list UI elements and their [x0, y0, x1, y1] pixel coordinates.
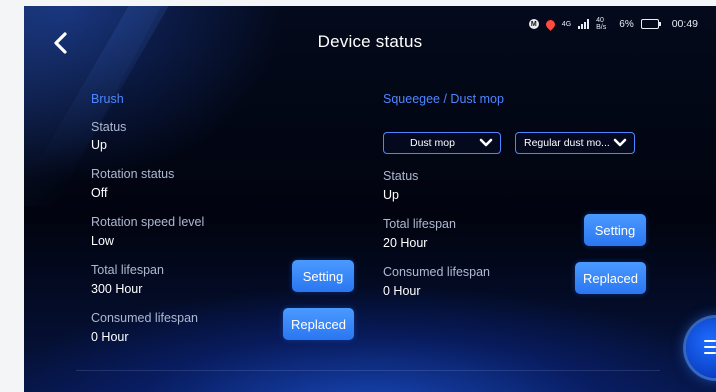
brush-status-value: Up: [91, 138, 107, 152]
clock: 00:49: [671, 18, 698, 30]
menu-button[interactable]: [686, 318, 716, 378]
squeegee-type-select[interactable]: Dust mop: [383, 132, 501, 154]
rotation-status-value: Off: [91, 186, 108, 200]
status-bar: M 4G 40 B/s 6% 00:49: [528, 16, 698, 32]
brush-status-label: Status: [91, 120, 127, 134]
rotation-speed-label: Rotation speed level: [91, 215, 205, 229]
rotation-status-label: Rotation status: [91, 167, 175, 181]
divider: [76, 370, 660, 371]
chevron-down-icon: [479, 138, 493, 147]
brush-section-title: Brush: [91, 92, 124, 106]
squeegee-replaced-button[interactable]: Replaced: [575, 262, 646, 294]
speed-value: 40: [596, 17, 604, 24]
squeegee-section-title: Squeegee / Dust mop: [383, 92, 504, 106]
battery-percent: 6%: [619, 18, 634, 30]
menu-icon: [704, 340, 716, 358]
brush-setting-button[interactable]: Setting: [292, 260, 354, 292]
brush-replaced-button[interactable]: Replaced: [283, 308, 354, 340]
speed-unit: B/s: [596, 24, 607, 31]
location-icon: [543, 17, 557, 31]
brush-consumed-lifespan-value: 0 Hour: [91, 330, 129, 344]
page-title: Device status: [317, 32, 423, 51]
signal-icon: [578, 19, 590, 29]
squeegee-consumed-lifespan-value: 0 Hour: [383, 284, 421, 298]
squeegee-type-value: Dust mop: [410, 137, 455, 149]
brush-total-lifespan-label: Total lifespan: [91, 263, 164, 277]
dust-mop-mode-select[interactable]: Regular dust mo...: [515, 132, 635, 154]
rotation-speed-value: Low: [91, 234, 114, 248]
squeegee-status-label: Status: [383, 169, 419, 183]
squeegee-total-lifespan-label: Total lifespan: [383, 217, 456, 231]
network-speed: 40 B/s: [596, 17, 606, 31]
dust-mop-mode-value: Regular dust mo...: [524, 137, 610, 149]
notification-icon: M: [528, 19, 539, 29]
squeegee-total-lifespan-value: 20 Hour: [383, 236, 428, 250]
network-type: 4G: [561, 20, 572, 28]
brush-total-lifespan-value: 300 Hour: [91, 282, 143, 296]
squeegee-status-value: Up: [383, 188, 399, 202]
device-status-screen: M 4G 40 B/s 6% 00:49 Device status Brush…: [24, 6, 716, 392]
squeegee-setting-button[interactable]: Setting: [584, 214, 646, 246]
battery-icon: [640, 19, 661, 29]
brush-consumed-lifespan-label: Consumed lifespan: [91, 311, 199, 325]
squeegee-consumed-lifespan-label: Consumed lifespan: [383, 265, 491, 279]
chevron-down-icon: [613, 138, 627, 147]
